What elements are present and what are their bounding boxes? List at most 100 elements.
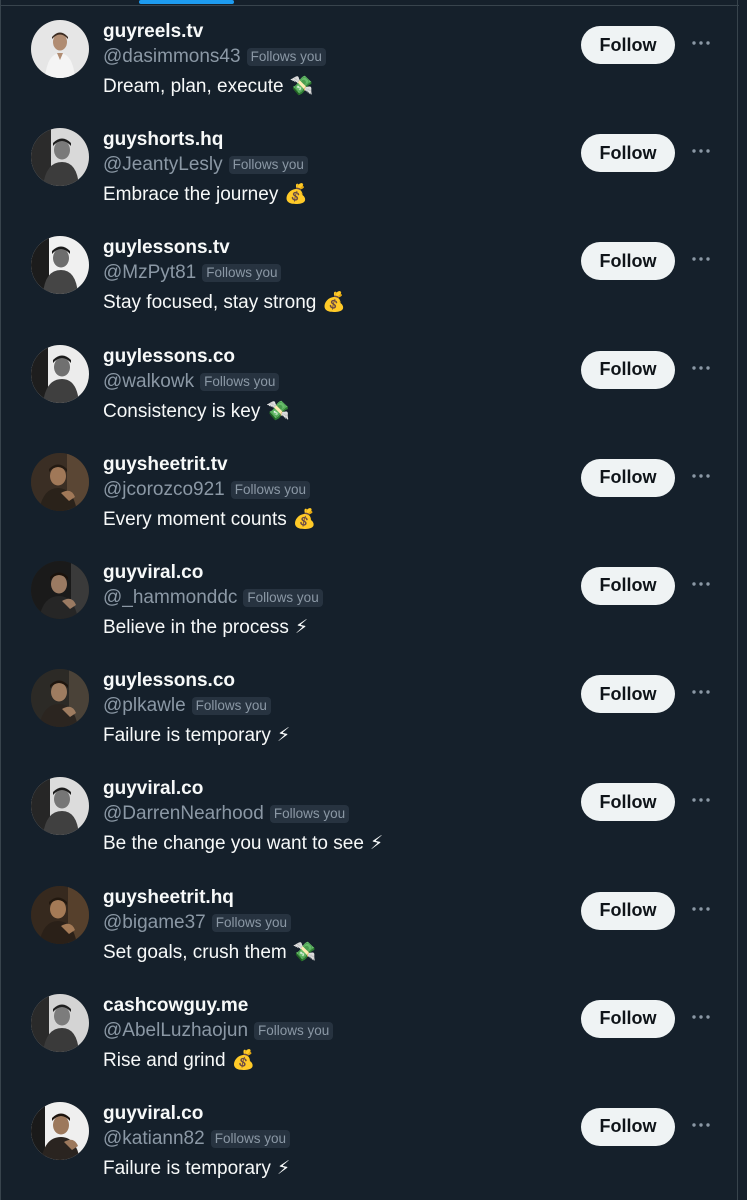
- user-bio: Be the change you want to see ⚡: [103, 833, 563, 855]
- user-handle[interactable]: @jcorozco921: [103, 479, 225, 501]
- follow-button[interactable]: Follow: [581, 566, 675, 605]
- user-cell[interactable]: guylessons.tv @MzPyt81 Follows you Stay …: [1, 224, 739, 332]
- user-cell[interactable]: guysheetrit.tv @jcorozco921 Follows you …: [1, 441, 739, 549]
- display-name[interactable]: guysheetrit.hq: [103, 887, 563, 909]
- user-handle[interactable]: @katiann82: [103, 1128, 205, 1150]
- bio-text: Embrace the journey: [103, 184, 279, 206]
- money-with-wings-icon: 💸: [289, 76, 314, 97]
- user-cell[interactable]: guyviral.co @DarrenNearhood Follows you …: [1, 765, 739, 873]
- follows-you-badge: Follows you: [246, 48, 326, 66]
- more-horizontal-icon[interactable]: [689, 361, 713, 375]
- money-with-wings-icon: 💸: [266, 400, 291, 422]
- bio-text: Consistency is key: [103, 400, 261, 422]
- display-name[interactable]: guyreels.tv: [103, 21, 563, 43]
- user-list: guyreels.tv @dasimmons43 Follows you Dre…: [1, 8, 739, 1198]
- more-horizontal-icon[interactable]: [689, 469, 713, 483]
- user-cell[interactable]: guyshorts.hq @JeantyLesly Follows you Em…: [1, 116, 739, 224]
- avatar[interactable]: [31, 128, 89, 187]
- avatar[interactable]: [31, 885, 89, 944]
- bio-text: Stay focused, stay strong: [103, 292, 317, 314]
- money-bag-icon: 💰: [292, 508, 317, 530]
- user-handle[interactable]: @bigame37: [103, 912, 206, 934]
- follow-button[interactable]: Follow: [581, 675, 675, 714]
- follows-you-badge: Follows you: [210, 1129, 290, 1148]
- follows-you-badge: Follows you: [228, 156, 308, 175]
- follow-button[interactable]: Follow: [581, 1107, 675, 1146]
- more-horizontal-icon[interactable]: [689, 36, 713, 50]
- more-horizontal-icon[interactable]: [689, 793, 713, 807]
- avatar[interactable]: [31, 669, 89, 728]
- follow-button[interactable]: Follow: [581, 891, 675, 930]
- user-bio: Failure is temporary ⚡: [103, 1158, 563, 1180]
- avatar[interactable]: [31, 236, 89, 295]
- bio-text: Be the change you want to see: [103, 833, 364, 855]
- user-cell[interactable]: guyviral.co @katiann82 Follows you Failu…: [1, 1090, 739, 1198]
- user-handle[interactable]: @MzPyt81: [103, 262, 196, 284]
- user-bio: Stay focused, stay strong 💰: [103, 292, 563, 314]
- user-bio: Every moment counts 💰: [103, 509, 563, 531]
- avatar[interactable]: [31, 1101, 89, 1160]
- follows-you-badge: Follows you: [211, 913, 292, 932]
- follow-button[interactable]: Follow: [581, 783, 675, 822]
- follows-you-badge: Follows you: [254, 1021, 334, 1040]
- bio-text: Rise and grind: [103, 1049, 226, 1071]
- follow-button[interactable]: Follow: [581, 350, 675, 389]
- avatar[interactable]: [31, 452, 89, 511]
- follows-you-badge: Follows you: [200, 372, 280, 391]
- user-handle[interactable]: @JeantyLesly: [103, 154, 223, 176]
- display-name[interactable]: guyviral.co: [103, 1103, 563, 1125]
- user-bio: Embrace the journey 💰: [103, 184, 563, 206]
- user-cell[interactable]: guylessons.co @plkawle Follows you Failu…: [1, 657, 739, 765]
- more-horizontal-icon[interactable]: [689, 685, 713, 699]
- display-name[interactable]: cashcowguy.me: [103, 995, 563, 1017]
- user-cell[interactable]: guyreels.tv @dasimmons43 Follows you Dre…: [1, 8, 739, 116]
- more-horizontal-icon[interactable]: [689, 144, 713, 158]
- bio-text: Dream, plan, execute: [103, 76, 284, 97]
- more-horizontal-icon[interactable]: [689, 1118, 713, 1132]
- user-bio: Consistency is key 💸: [103, 401, 563, 423]
- avatar[interactable]: [31, 993, 89, 1052]
- lightning-icon: ⚡: [276, 1157, 291, 1179]
- lightning-icon: ⚡: [276, 725, 291, 747]
- money-with-wings-icon: 💸: [292, 941, 317, 963]
- display-name[interactable]: guyviral.co: [103, 778, 563, 800]
- follower-list-panel: guyreels.tv @dasimmons43 Follows you Dre…: [0, 0, 739, 1200]
- user-handle[interactable]: @walkowk: [103, 371, 194, 393]
- follow-button[interactable]: Follow: [581, 242, 675, 281]
- follow-button[interactable]: Follow: [581, 134, 675, 173]
- bio-text: Set goals, crush them: [103, 941, 287, 963]
- user-cell[interactable]: cashcowguy.me @AbelLuzhaojun Follows you…: [1, 982, 739, 1090]
- user-cell[interactable]: guysheetrit.hq @bigame37 Follows you Set…: [1, 874, 739, 982]
- follows-you-badge: Follows you: [202, 264, 282, 283]
- user-bio: Rise and grind 💰: [103, 1050, 563, 1072]
- user-handle[interactable]: @plkawle: [103, 695, 186, 717]
- display-name[interactable]: guyviral.co: [103, 562, 563, 584]
- avatar[interactable]: [31, 777, 89, 836]
- display-name[interactable]: guylessons.tv: [103, 237, 563, 259]
- user-cell[interactable]: guyviral.co @_hammonddc Follows you Beli…: [1, 549, 739, 657]
- more-horizontal-icon[interactable]: [689, 902, 713, 916]
- follow-button[interactable]: Follow: [581, 26, 675, 64]
- more-horizontal-icon[interactable]: [689, 252, 713, 266]
- display-name[interactable]: guylessons.co: [103, 670, 563, 692]
- follows-you-badge: Follows you: [243, 588, 323, 607]
- money-bag-icon: 💰: [231, 1049, 256, 1071]
- user-handle[interactable]: @dasimmons43: [103, 46, 241, 68]
- avatar[interactable]: [31, 344, 89, 403]
- display-name[interactable]: guyshorts.hq: [103, 129, 563, 151]
- bio-text: Failure is temporary: [103, 1157, 271, 1179]
- follow-button[interactable]: Follow: [581, 999, 675, 1038]
- bio-text: Failure is temporary: [103, 725, 271, 747]
- display-name[interactable]: guysheetrit.tv: [103, 454, 563, 476]
- avatar[interactable]: [31, 20, 89, 78]
- user-handle[interactable]: @DarrenNearhood: [103, 803, 264, 825]
- more-horizontal-icon[interactable]: [689, 577, 713, 591]
- follow-button[interactable]: Follow: [581, 458, 675, 497]
- avatar[interactable]: [31, 560, 89, 619]
- more-horizontal-icon[interactable]: [689, 1010, 713, 1024]
- display-name[interactable]: guylessons.co: [103, 346, 563, 368]
- user-handle[interactable]: @AbelLuzhaojun: [103, 1020, 248, 1042]
- user-handle[interactable]: @_hammonddc: [103, 587, 237, 609]
- active-tab-indicator: [139, 0, 234, 4]
- user-cell[interactable]: guylessons.co @walkowk Follows you Consi…: [1, 333, 739, 441]
